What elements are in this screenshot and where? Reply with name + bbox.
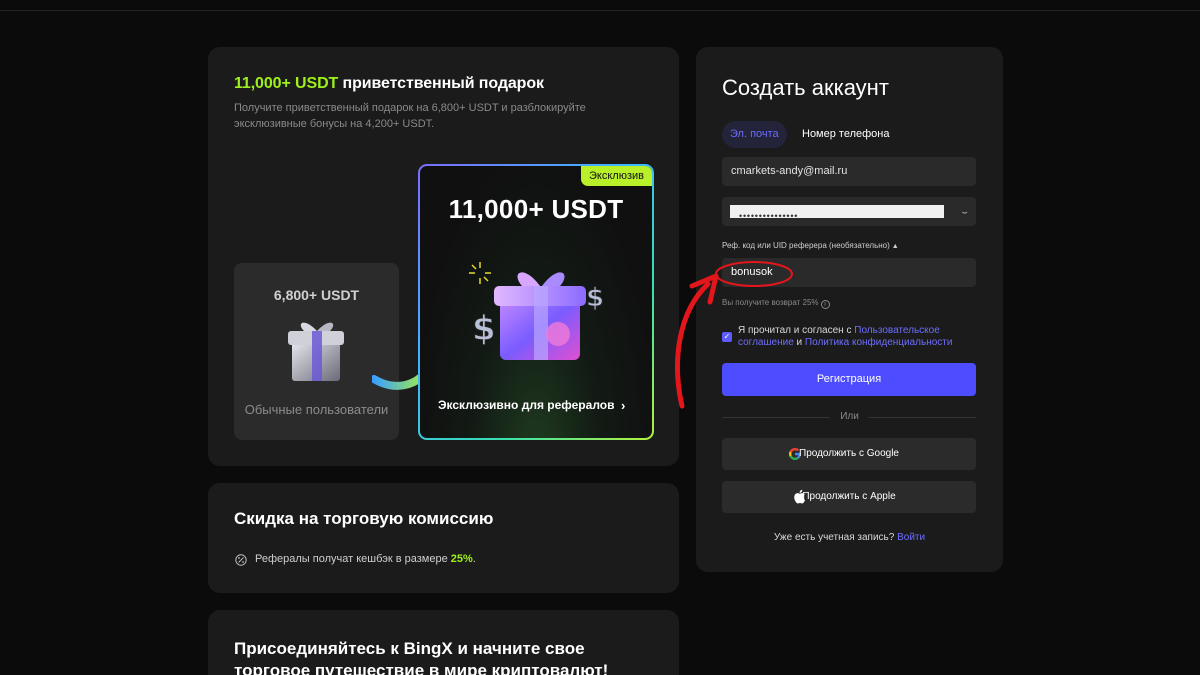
purple-gift-icon: $ $ <box>469 262 605 360</box>
register-button[interactable]: Регистрация <box>722 363 976 396</box>
discount-text: Рефералы получат кешбэк в размере 25%. <box>255 553 476 565</box>
password-dots: ••••••••••••••• <box>739 211 799 221</box>
regular-amount: 6,800+ USDT <box>273 287 360 303</box>
exclusive-link[interactable]: Эксклюзивно для рефералов <box>438 398 614 412</box>
cashback-text: Вы получите возврат 25% <box>722 298 819 307</box>
gift-title: 11,000+ USDT приветственный подарок <box>234 75 544 93</box>
signup-form: Создать аккаунт Эл. почта Номер телефона… <box>696 47 1003 572</box>
join-title: Присоединяйтесь к BingX и начните свое т… <box>234 639 609 675</box>
or-divider-right <box>868 417 976 418</box>
have-account-text: Уже есть учетная запись? <box>773 532 898 543</box>
privacy-link[interactable]: Политика конфиденциальности <box>805 337 953 348</box>
silver-gift-icon <box>288 322 344 381</box>
email-field[interactable]: cmarkets-andy@mail.ru <box>722 157 976 186</box>
form-title: Создать аккаунт <box>722 75 889 100</box>
exclusive-amount: 11,000+ USDT <box>448 194 624 224</box>
email-value: cmarkets-andy@mail.ru <box>731 165 848 177</box>
agree-prefix: Я прочитал и согласен с <box>738 325 855 336</box>
discount-title: Скидка на торговую комиссию <box>234 509 494 528</box>
apple-button-label: Продолжить с Apple <box>802 491 896 502</box>
percent-circle-icon <box>235 554 247 566</box>
svg-text:$: $ <box>472 309 496 349</box>
regular-label: Обычные пользователи <box>244 402 389 417</box>
discount-text-main: Рефералы получат кешбэк в размере <box>255 553 451 565</box>
password-mask: ••••••••••••••• <box>730 205 944 221</box>
password-field[interactable]: ••••••••••••••• ⌣ <box>722 197 976 226</box>
apple-button[interactable]: Продолжить с Apple <box>722 481 976 513</box>
eye-closed-icon[interactable]: ⌣ <box>961 207 968 218</box>
google-button-label: Продолжить с Google <box>799 448 899 459</box>
discount-card: Скидка на торговую комиссию Рефералы пол… <box>208 483 679 593</box>
tab-phone[interactable]: Номер телефона <box>802 121 889 148</box>
login-link[interactable]: Войти <box>897 532 925 543</box>
ref-label-text: Реф. код или UID реферера (необязательно… <box>722 241 890 250</box>
agreement-text: Я прочитал и согласен с Пользовательское… <box>738 325 978 349</box>
chevron-right-icon[interactable]: › <box>621 398 625 413</box>
svg-text:$: $ <box>586 283 604 313</box>
cashback-note: Вы получите возврат 25% i <box>722 298 830 309</box>
have-account: Уже есть учетная запись? Войти <box>696 532 1003 543</box>
info-icon[interactable]: i <box>820 300 830 309</box>
tab-email[interactable]: Эл. почта <box>722 121 787 148</box>
agree-middle: и <box>793 337 805 348</box>
regular-users-card: 6,800+ USDT Обычные пользователи <box>234 263 399 440</box>
top-divider <box>0 10 1200 11</box>
exclusive-card[interactable]: Эксклюзив 11,000+ USDT $ $ Эксклюзивно д… <box>418 164 654 440</box>
google-button[interactable]: Продолжить с Google <box>722 438 976 470</box>
caret-up-icon: ▲ <box>891 243 899 250</box>
gift-title-amount: 11,000+ USDT <box>234 75 339 92</box>
discount-dot: . <box>472 553 476 565</box>
discount-percent: 25% <box>450 553 473 565</box>
exclusive-badge: Эксклюзив <box>581 166 652 186</box>
red-arrow-annotation <box>675 273 719 409</box>
gift-subtitle: Получите приветственный подарок на 6,800… <box>234 102 586 130</box>
gift-title-text: приветственный подарок <box>338 75 544 92</box>
ref-label[interactable]: Реф. код или UID реферера (необязательно… <box>722 241 899 250</box>
welcome-gift-card: 11,000+ USDT приветственный подарок Полу… <box>208 47 679 466</box>
join-card: Присоединяйтесь к BingX и начните свое т… <box>208 610 679 675</box>
